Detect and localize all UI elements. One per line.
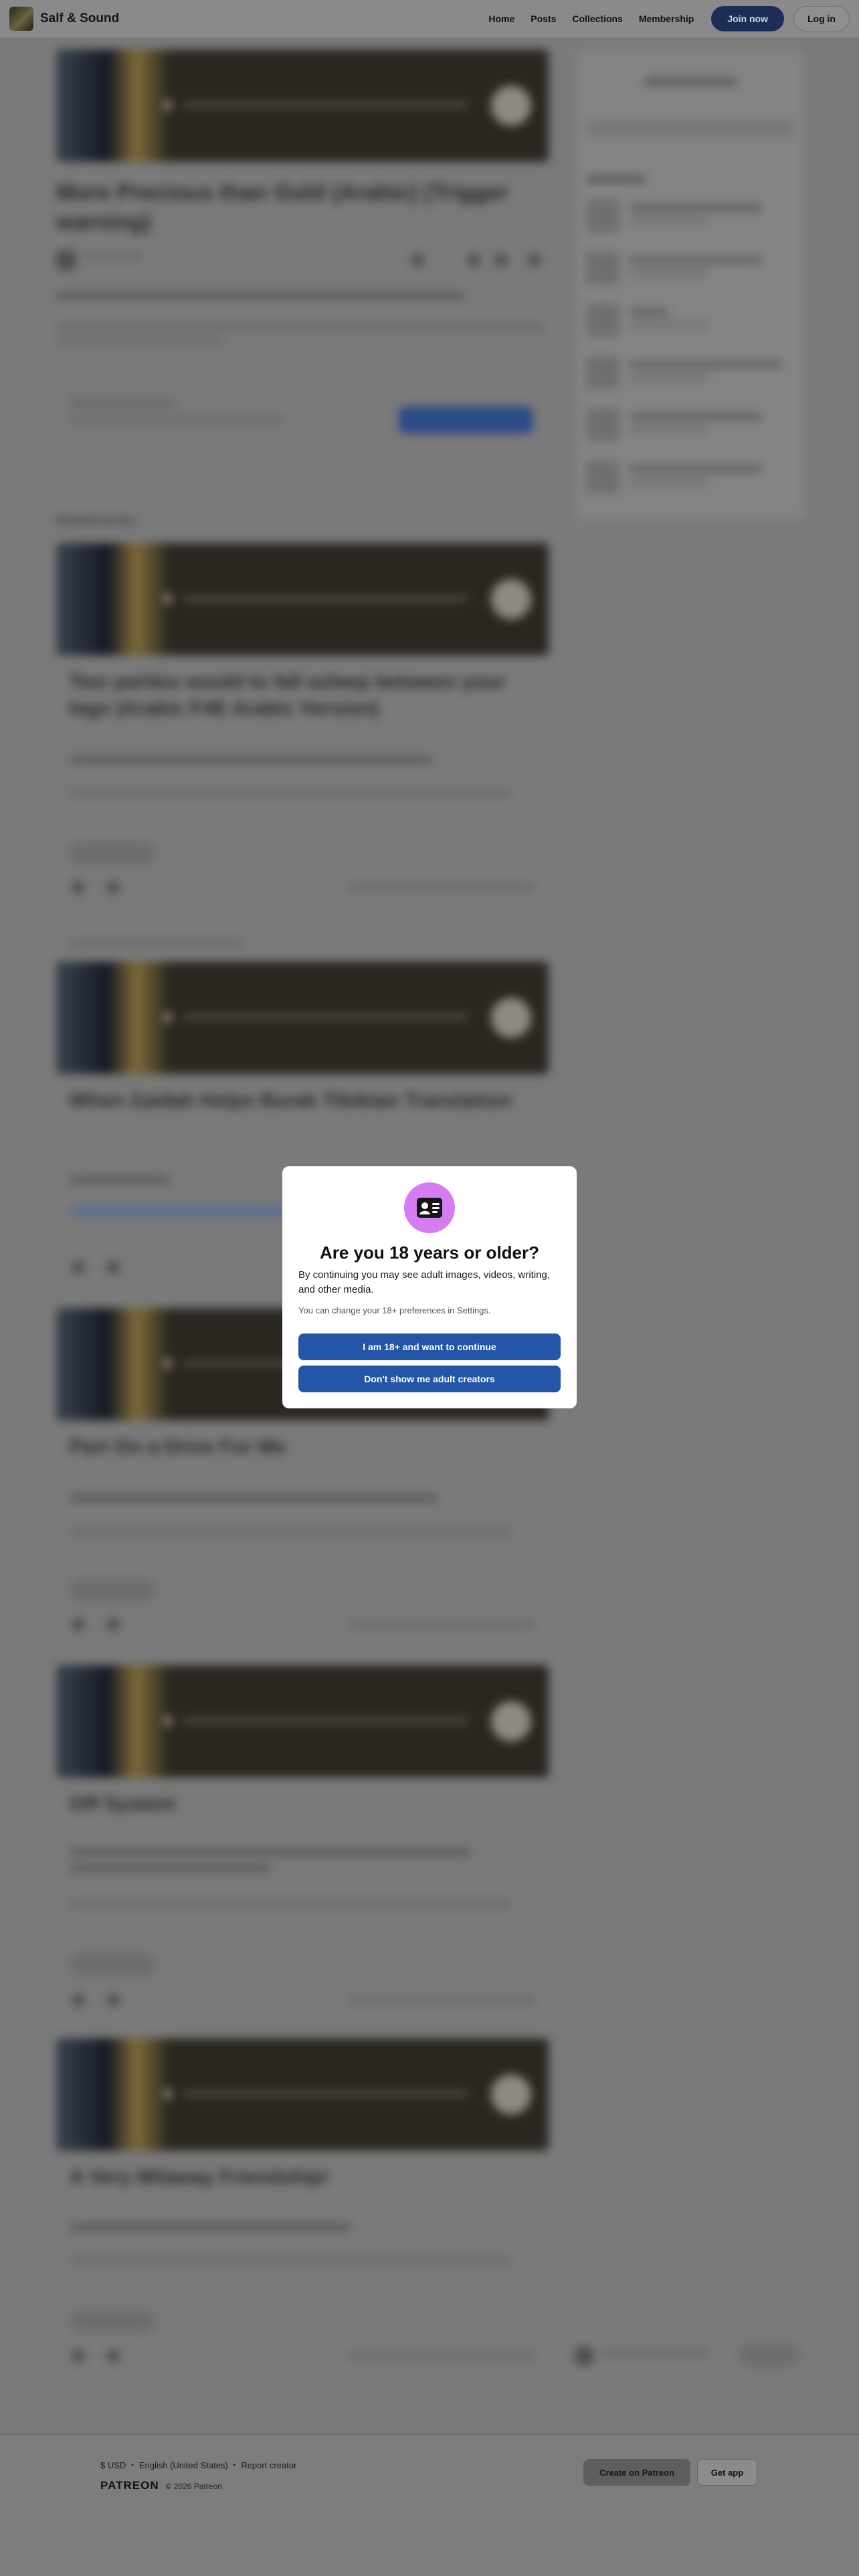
creator-name[interactable]: Salf & Sound — [40, 11, 119, 26]
report-creator-link[interactable]: Report creator — [241, 2460, 296, 2470]
footer-meta: $ USD • English (United States) • Report… — [100, 2460, 297, 2470]
join-now-button[interactable]: Join now — [711, 6, 784, 31]
patreon-logo[interactable]: PATREON — [100, 2479, 159, 2492]
footer-brand: PATREON © 2026 Patreon — [100, 2479, 222, 2492]
copyright: © 2026 Patreon — [165, 2482, 222, 2491]
site-header: Salf & Sound Home Posts Collections Memb… — [0, 0, 859, 37]
more-icon — [529, 254, 541, 266]
language-selector[interactable]: English (United States) — [139, 2460, 228, 2470]
decline-adult-button[interactable]: Don't show me adult creators — [298, 1366, 561, 1392]
get-app-button[interactable]: Get app — [697, 2459, 757, 2486]
currency-selector[interactable]: $ USD — [100, 2460, 126, 2470]
confirm-age-button[interactable]: I am 18+ and want to continue — [298, 1333, 561, 1360]
age-verification-modal: Are you 18 years or older? By continuing… — [282, 1166, 577, 1408]
lock-icon — [495, 254, 507, 266]
like-icon — [412, 254, 424, 266]
nav-posts[interactable]: Posts — [531, 13, 556, 24]
audio-player — [56, 49, 549, 162]
modal-body-text: By continuing you may see adult images, … — [298, 1269, 551, 1295]
top-nav: Home Posts Collections Membership Join n… — [472, 0, 850, 37]
modal-title: Are you 18 years or older? — [319, 1243, 540, 1263]
author-avatar — [56, 250, 76, 270]
sidebar-card — [577, 51, 804, 519]
id-card-icon — [404, 1182, 455, 1233]
creator-avatar[interactable] — [9, 7, 33, 31]
modal-settings-note: You can change your 18+ preferences in S… — [298, 1305, 491, 1315]
nav-collections[interactable]: Collections — [572, 13, 622, 24]
log-in-button[interactable]: Log in — [793, 6, 850, 31]
section-label: Related posts — [56, 514, 136, 527]
site-footer: $ USD • English (United States) • Report… — [0, 2434, 859, 2576]
nav-membership[interactable]: Membership — [639, 13, 694, 24]
nav-home[interactable]: Home — [488, 13, 514, 24]
share-icon — [468, 254, 480, 266]
create-on-patreon-button[interactable]: Create on Patreon — [583, 2459, 690, 2486]
post-title: More Precious than Gold (Arabic) (Trigge… — [56, 180, 509, 235]
